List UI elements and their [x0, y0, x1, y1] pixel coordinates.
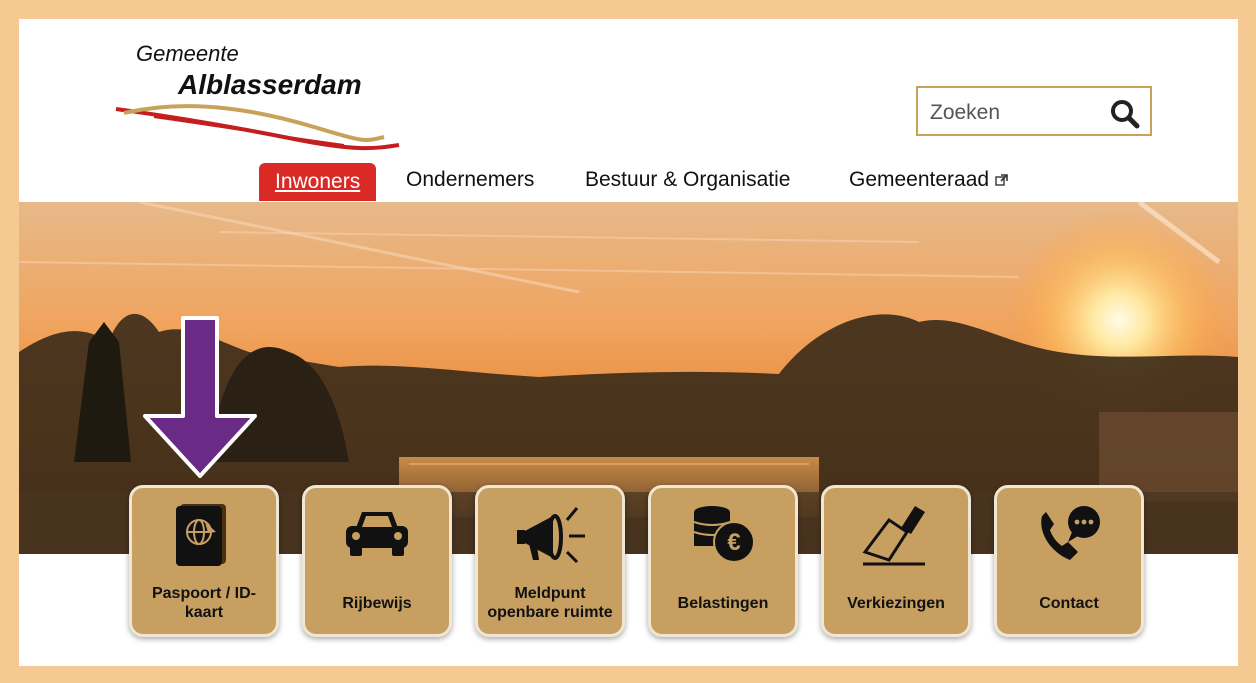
external-link-icon	[995, 174, 1008, 186]
search-icon[interactable]	[1110, 99, 1140, 129]
phone-chat-icon	[997, 502, 1141, 566]
tile-label: Paspoort / ID-kaart	[151, 585, 256, 621]
tile-belastingen[interactable]: € Belastingen	[648, 485, 798, 637]
tile-label: Belastingen	[677, 594, 769, 612]
car-icon	[305, 502, 449, 566]
megaphone-icon	[478, 502, 622, 566]
tile-label: Verkiezingen	[847, 594, 945, 612]
nav-item-gemeenteraad-label: Gemeenteraad	[849, 168, 990, 191]
tile-paspoort[interactable]: Paspoort / ID-kaart	[129, 485, 279, 637]
logo-swoosh	[115, 104, 400, 151]
tile-contact[interactable]: Contact	[994, 485, 1144, 637]
tile-meldpunt[interactable]: Meldpunt openbare ruimte	[475, 485, 625, 637]
passport-icon	[132, 502, 276, 566]
tile-label: Rijbewijs	[342, 594, 412, 612]
svg-text:€: €	[727, 529, 740, 556]
ballot-icon	[824, 502, 968, 566]
tile-label: Meldpunt openbare ruimte	[487, 585, 613, 621]
nav-item-gemeenteraad[interactable]: Gemeenteraad	[849, 163, 1008, 201]
tile-rijbewijs[interactable]: Rijbewijs	[302, 485, 452, 637]
tile-verkiezingen[interactable]: Verkiezingen	[821, 485, 971, 637]
nav-item-bestuur[interactable]: Bestuur & Organisatie	[585, 163, 790, 201]
tile-label: Contact	[1039, 594, 1099, 612]
search-box	[916, 86, 1152, 136]
page-frame: Gemeente Alblasserdam Inwoners Onderneme…	[19, 19, 1238, 666]
nav-item-inwoners[interactable]: Inwoners	[259, 163, 377, 201]
euro-coins-icon: €	[651, 502, 795, 566]
nav-item-ondernemers[interactable]: Ondernemers	[406, 163, 534, 201]
purple-down-arrow	[143, 316, 257, 478]
logo-line1: Gemeente	[136, 41, 239, 66]
municipality-logo[interactable]: Gemeente Alblasserdam	[114, 37, 404, 151]
search-input[interactable]	[928, 98, 1092, 128]
